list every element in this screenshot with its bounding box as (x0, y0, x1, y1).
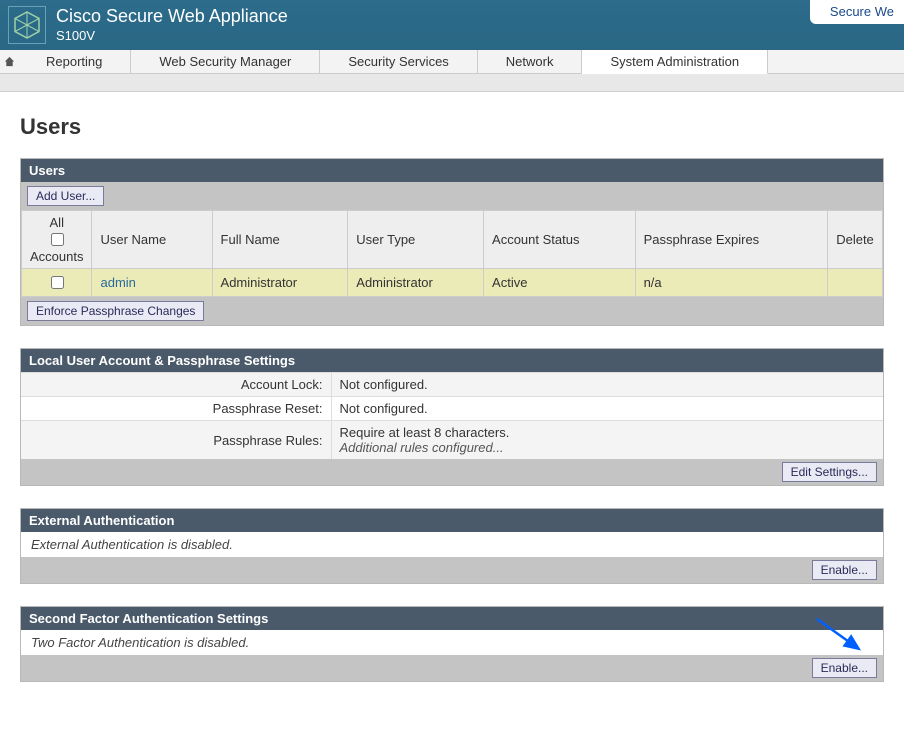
enforce-passphrase-button[interactable]: Enforce Passphrase Changes (27, 301, 204, 321)
nav-web-security-manager[interactable]: Web Security Manager (131, 50, 320, 73)
nav-security-services[interactable]: Security Services (320, 50, 477, 73)
product-name: Cisco Secure Web Appliance (56, 7, 288, 27)
second-factor-header: Second Factor Authentication Settings (21, 607, 883, 630)
col-status: Account Status (484, 211, 636, 269)
nav-system-administration[interactable]: System Administration (582, 50, 768, 74)
app-header: Cisco Secure Web Appliance S100V Secure … (0, 0, 904, 50)
second-factor-body: Two Factor Authentication is disabled. (21, 630, 883, 655)
col-username: User Name (92, 211, 212, 269)
external-auth-enable-button[interactable]: Enable... (812, 560, 877, 580)
users-panel-header: Users (21, 159, 883, 182)
users-panel: Users Add User... All Accounts User Name… (20, 158, 884, 326)
product-model: S100V (56, 29, 288, 43)
cell-usertype: Administrator (348, 269, 484, 297)
col-expires: Passphrase Expires (635, 211, 827, 269)
external-auth-header: External Authentication (21, 509, 883, 532)
nav-reporting[interactable]: Reporting (18, 50, 131, 73)
row-checkbox[interactable] (51, 276, 64, 289)
nav-network[interactable]: Network (478, 50, 583, 73)
cell-expires: n/a (635, 269, 827, 297)
cell-delete (828, 269, 883, 297)
hexagon-icon (12, 10, 42, 40)
local-settings-panel: Local User Account & Passphrase Settings… (20, 348, 884, 486)
passphrase-reset-value: Not configured. (331, 397, 883, 421)
second-factor-panel: Second Factor Authentication Settings Tw… (20, 606, 884, 682)
account-lock-label: Account Lock: (21, 373, 331, 397)
add-user-button[interactable]: Add User... (27, 186, 104, 206)
header-right-tab[interactable]: Secure We (810, 0, 904, 24)
page-title: Users (20, 114, 884, 140)
col-usertype: User Type (348, 211, 484, 269)
home-icon[interactable] (0, 50, 18, 73)
cell-fullname: Administrator (212, 269, 348, 297)
cell-status: Active (484, 269, 636, 297)
external-auth-body: External Authentication is disabled. (21, 532, 883, 557)
second-factor-enable-button[interactable]: Enable... (812, 658, 877, 678)
local-settings-table: Account Lock: Not configured. Passphrase… (21, 372, 883, 459)
col-all-accounts: All Accounts (22, 211, 92, 269)
local-settings-header: Local User Account & Passphrase Settings (21, 349, 883, 372)
username-link[interactable]: admin (100, 275, 135, 290)
external-auth-panel: External Authentication External Authent… (20, 508, 884, 584)
select-all-checkbox[interactable] (51, 233, 64, 246)
col-fullname: Full Name (212, 211, 348, 269)
table-row: admin Administrator Administrator Active… (22, 269, 883, 297)
col-delete: Delete (828, 211, 883, 269)
brand-logo (8, 6, 46, 44)
main-nav: Reporting Web Security Manager Security … (0, 50, 904, 74)
sub-nav-strip (0, 74, 904, 92)
passphrase-reset-label: Passphrase Reset: (21, 397, 331, 421)
users-table: All Accounts User Name Full Name User Ty… (21, 210, 883, 297)
passphrase-rules-label: Passphrase Rules: (21, 421, 331, 460)
account-lock-value: Not configured. (331, 373, 883, 397)
passphrase-rules-value: Require at least 8 characters. Additiona… (331, 421, 883, 460)
edit-settings-button[interactable]: Edit Settings... (782, 462, 877, 482)
